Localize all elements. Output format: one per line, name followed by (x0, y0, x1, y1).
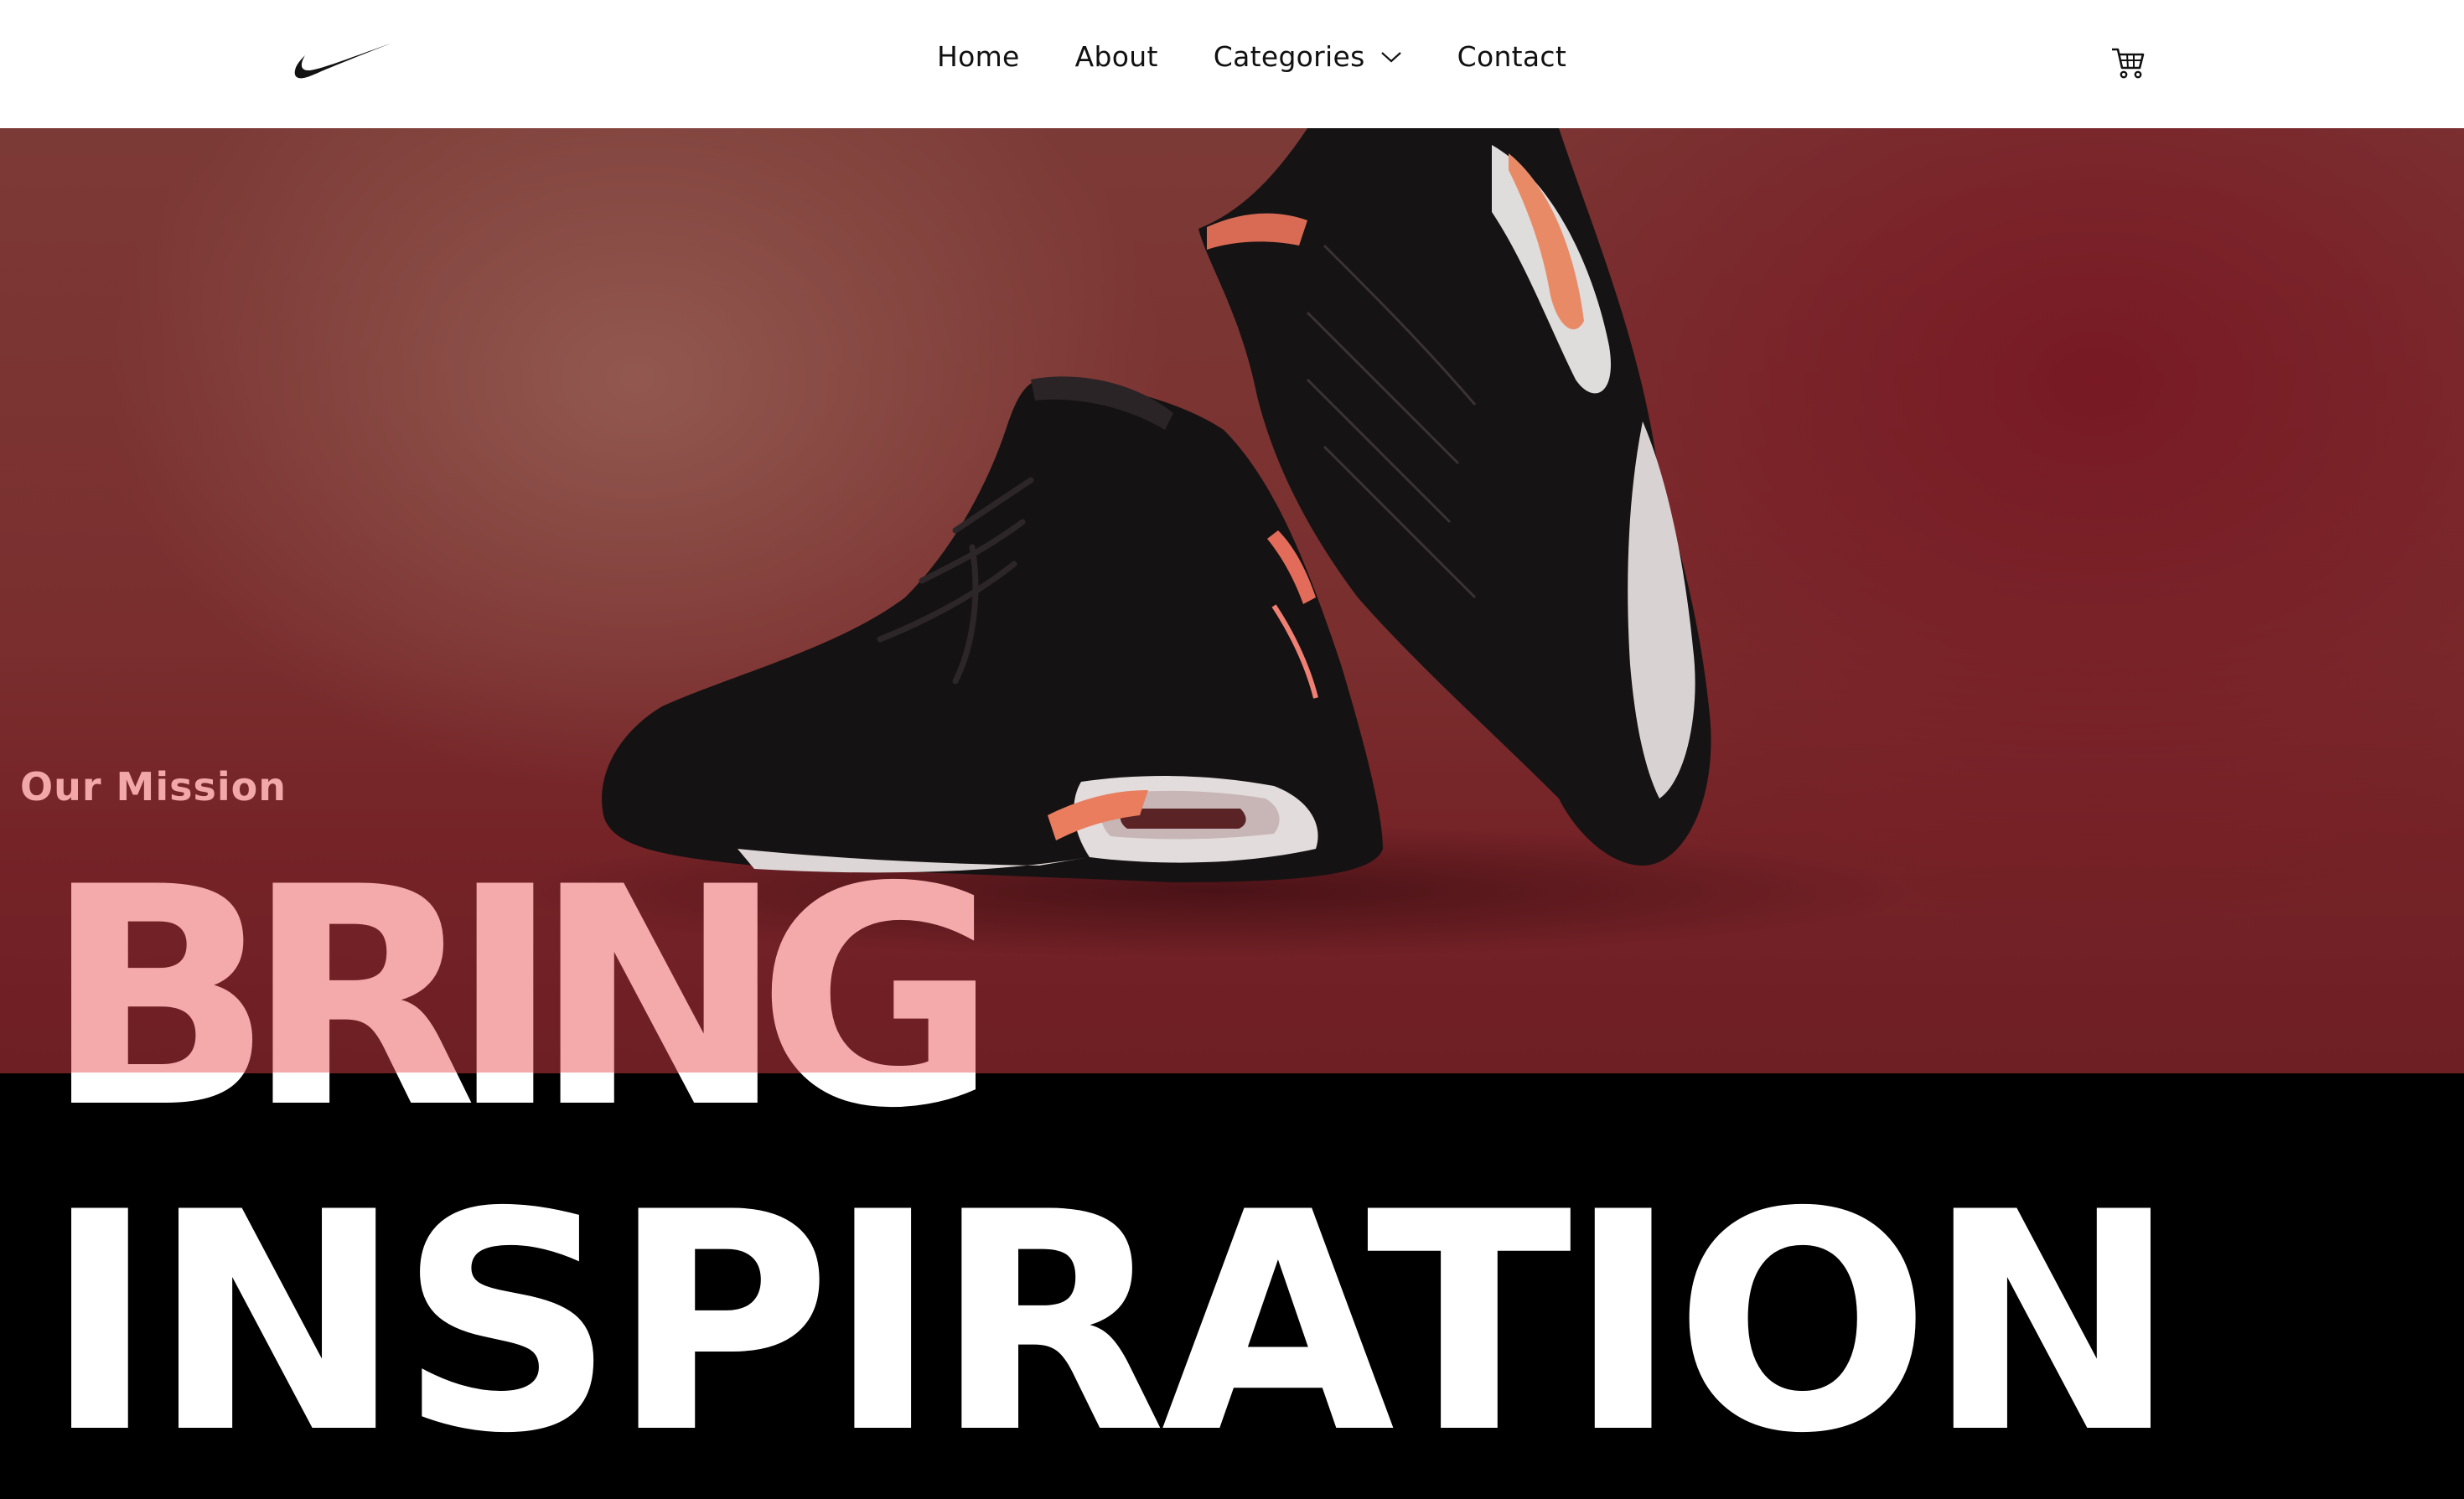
left-shoe (602, 376, 1383, 882)
headline-line-2: INSPIRATION (44, 1148, 2178, 1499)
nav-home-label: Home (937, 40, 1020, 73)
nav-contact-label: Contact (1457, 40, 1567, 73)
nav-about[interactable]: About (1075, 40, 1158, 73)
headline-line-1: BRING (44, 823, 1004, 1174)
nav-categories-label: Categories (1213, 40, 1365, 73)
nav-categories[interactable]: Categories (1214, 40, 1402, 73)
nav-about-label: About (1074, 40, 1158, 73)
swoosh-logo-icon[interactable] (293, 42, 392, 84)
main-nav: Home About Categories Contact (937, 40, 1566, 73)
cart-icon[interactable] (2110, 46, 2146, 80)
site-header: Home About Categories Contact (0, 0, 2464, 128)
section-kicker: Our Mission (20, 764, 287, 809)
chevron-down-icon[interactable] (1380, 50, 1402, 64)
nav-contact[interactable]: Contact (1457, 40, 1567, 73)
nav-home[interactable]: Home (937, 40, 1020, 73)
